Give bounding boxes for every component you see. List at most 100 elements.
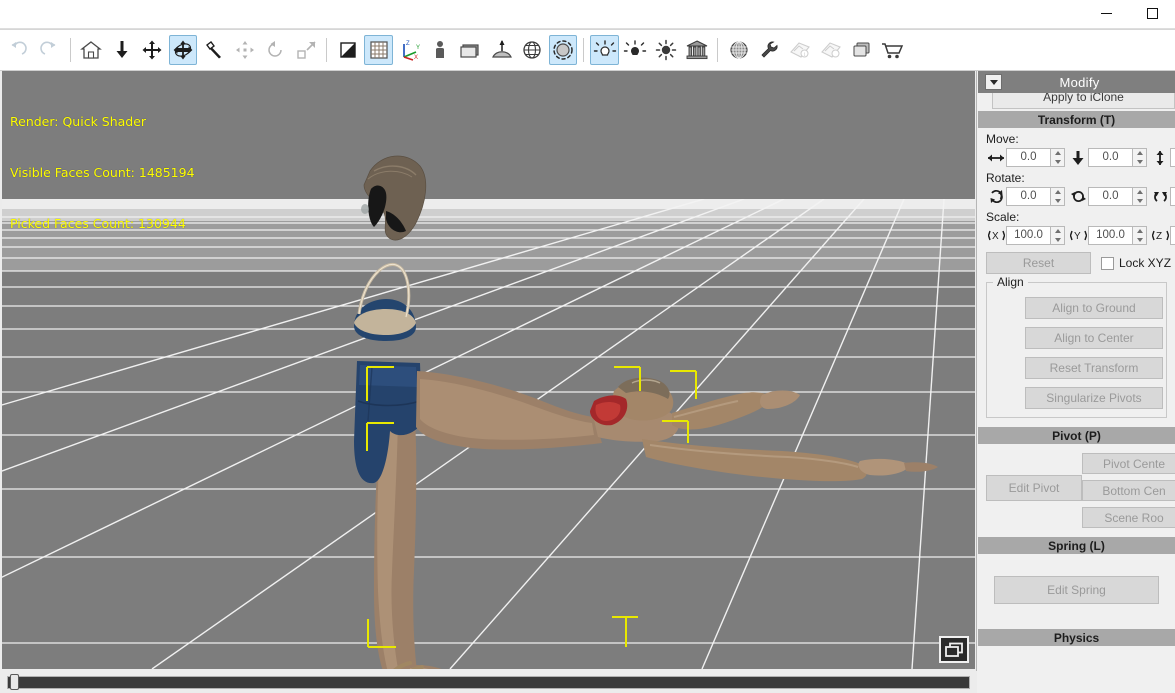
character-button[interactable] (426, 35, 455, 65)
maximize-button[interactable] (1129, 0, 1175, 30)
scene-root-button[interactable]: Scene Roo (1082, 507, 1175, 528)
rotate-x-stepper[interactable] (1051, 187, 1065, 206)
rotate-x-spinner[interactable]: 0.0 (986, 187, 1065, 206)
panel-header: Modify (978, 71, 1175, 93)
rotate-button[interactable] (261, 35, 290, 65)
redo-button[interactable] (35, 35, 64, 65)
sun-light-button[interactable] (652, 35, 681, 65)
timeline-bar[interactable] (0, 671, 977, 693)
ground-shadow-button[interactable] (487, 35, 516, 65)
viewport-border (0, 71, 976, 671)
wrench-button[interactable] (755, 35, 784, 65)
scale-button[interactable] (292, 35, 321, 65)
move-z-spinner[interactable]: 0. (1150, 148, 1175, 167)
move-x-stepper[interactable] (1051, 148, 1065, 167)
rotate-x-input[interactable]: 0.0 (1006, 187, 1051, 206)
scale-z-spinner[interactable]: Z 10 (1150, 226, 1175, 245)
move-x-spinner[interactable]: 0.0 (986, 148, 1065, 167)
scale-x-input[interactable]: 100.0 (1006, 226, 1051, 245)
toolbar-divider-2 (326, 38, 328, 62)
move-z-icon (1150, 150, 1170, 166)
section-transform[interactable]: Transform (T) (978, 111, 1175, 128)
svg-text:Y: Y (416, 45, 420, 51)
rotate-row: 0.0 0.0 (978, 187, 1175, 206)
app-root: Z Y X i Render: Quick Shader Visible Fac… (0, 0, 1175, 693)
move-y-spinner[interactable]: 0.0 (1068, 148, 1147, 167)
cart-button[interactable] (878, 35, 907, 65)
section-spring[interactable]: Spring (L) (978, 537, 1175, 554)
section-physics[interactable]: Physics (978, 629, 1175, 646)
edit-spring-button[interactable]: Edit Spring (994, 576, 1159, 604)
image-info-icon: i (790, 42, 811, 58)
temple-button[interactable] (683, 35, 712, 65)
panel-menu-button[interactable] (985, 74, 1002, 90)
move-button[interactable] (138, 35, 167, 65)
pan-button[interactable] (230, 35, 259, 65)
svg-text:Y: Y (1074, 231, 1081, 242)
layers-button[interactable] (847, 35, 876, 65)
transform-button[interactable] (168, 35, 198, 65)
minimize-button[interactable] (1083, 0, 1129, 30)
scale-row: X 100.0 Y 100.0 Z (978, 226, 1175, 245)
pick-tool-icon (205, 41, 221, 59)
image-link-button[interactable] (817, 35, 846, 65)
scale-x-stepper[interactable] (1051, 226, 1065, 245)
undo-button[interactable] (4, 35, 33, 65)
maximize-icon (1146, 8, 1158, 19)
image-info-button[interactable]: i (786, 35, 815, 65)
plane-button[interactable] (456, 35, 485, 65)
move-label: Move: (986, 132, 1019, 146)
bottom-center-button[interactable]: Bottom Cen (1082, 480, 1175, 501)
globe-wireframe-button[interactable] (518, 35, 547, 65)
move-row: 0.0 0.0 (978, 148, 1175, 167)
scale-x-spinner[interactable]: X 100.0 (986, 226, 1065, 245)
svg-text:Z: Z (406, 41, 410, 47)
spot-light-button[interactable] (590, 35, 620, 65)
drop-to-floor-button[interactable] (107, 35, 136, 65)
axis-gizmo-button[interactable]: Z Y X (395, 35, 424, 65)
pivot-body: Edit Pivot Pivot Cente Bottom Cen Scene … (978, 444, 1175, 534)
align-to-ground-button[interactable]: Align to Ground (1025, 297, 1163, 319)
lock-xyz-checkbox[interactable] (1101, 256, 1114, 270)
reset-transform-button[interactable]: Reset Transform (1025, 357, 1163, 379)
home-button[interactable] (76, 35, 105, 65)
scale-y-stepper[interactable] (1133, 226, 1147, 245)
rotate-z-input[interactable]: 0. (1170, 187, 1175, 206)
move-y-icon (1068, 150, 1088, 166)
rotate-y-input[interactable]: 0.0 (1088, 187, 1133, 206)
viewport-3d[interactable]: Render: Quick Shader Visible Faces Count… (0, 71, 977, 671)
shading-icon (340, 42, 356, 58)
timeline-track[interactable] (7, 676, 970, 689)
align-to-center-button[interactable]: Align to Center (1025, 327, 1163, 349)
timeline-playhead[interactable] (10, 674, 19, 690)
rotate-z-spinner[interactable]: 0. (1150, 187, 1175, 206)
move-y-input[interactable]: 0.0 (1088, 148, 1133, 167)
pivot-center-button[interactable]: Pivot Cente (1082, 453, 1175, 474)
undo-icon (11, 41, 28, 55)
rotate-y-stepper[interactable] (1133, 187, 1147, 206)
ibl-button[interactable] (548, 35, 578, 65)
move-z-input[interactable]: 0. (1170, 148, 1175, 167)
modify-panel: Modify Apply to iClone Transform (T) Mov… (978, 71, 1175, 693)
point-light-button[interactable] (621, 35, 650, 65)
move-x-input[interactable]: 0.0 (1006, 148, 1051, 167)
reset-button[interactable]: Reset (986, 252, 1091, 274)
shading-button[interactable] (333, 35, 362, 65)
apply-row: Apply to iClone (978, 93, 1175, 111)
redo-icon (40, 41, 56, 55)
pivot-right-col: Pivot Cente Bottom Cen Scene Roo (1082, 453, 1175, 534)
toolbar-divider-4 (717, 38, 719, 62)
section-pivot[interactable]: Pivot (P) (978, 427, 1175, 444)
grid-button[interactable] (364, 35, 393, 65)
pick-tool-button[interactable] (199, 35, 228, 65)
scale-y-spinner[interactable]: Y 100.0 (1068, 226, 1147, 245)
drop-to-floor-icon (116, 41, 128, 58)
scale-y-input[interactable]: 100.0 (1088, 226, 1133, 245)
singularize-pivots-button[interactable]: Singularize Pivots (1025, 387, 1163, 409)
rotate-y-spinner[interactable]: 0.0 (1068, 187, 1147, 206)
move-y-stepper[interactable] (1133, 148, 1147, 167)
globe-grid-button[interactable] (724, 35, 753, 65)
scale-z-input[interactable]: 10 (1170, 226, 1175, 245)
edit-pivot-button[interactable]: Edit Pivot (986, 475, 1082, 501)
apply-to-iclone-button[interactable]: Apply to iClone (992, 93, 1175, 109)
